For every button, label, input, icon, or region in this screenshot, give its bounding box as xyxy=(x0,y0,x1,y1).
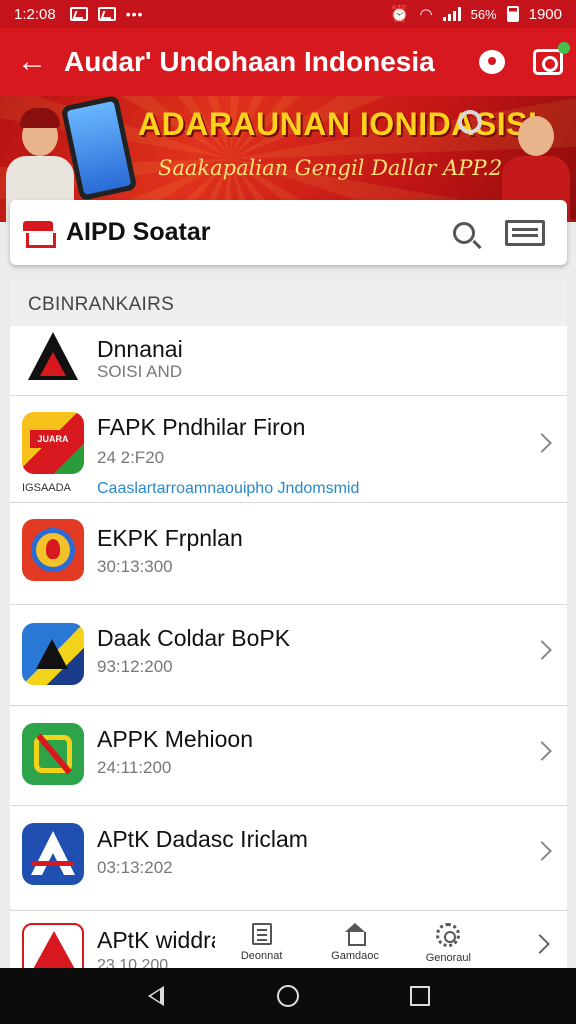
list-item[interactable]: APtK Dadasc Iriclam 03:13:202 xyxy=(10,806,567,906)
gear-icon xyxy=(436,923,461,947)
nav-recents-button[interactable] xyxy=(398,974,442,1018)
app-logo-icon xyxy=(22,823,84,885)
bottom-tab-bar: Deonnat Gamdaoc Genoraul xyxy=(215,919,495,968)
camera-icon xyxy=(533,42,570,75)
store-icon xyxy=(23,220,56,248)
list-item-title: EKPK Frpnlan xyxy=(97,525,243,551)
home-icon xyxy=(344,923,366,946)
circle-home-icon xyxy=(277,985,299,1007)
camera-button[interactable] xyxy=(520,28,576,96)
tab-label: Gamdaoc xyxy=(331,950,379,962)
signal-icon xyxy=(442,7,461,21)
system-nav-bar xyxy=(0,968,576,1024)
status-bar: 1:2:08 ••• ⏰ ◠ 56% 1900 xyxy=(0,0,576,28)
list-item[interactable]: EKPK Frpnlan 30:13:300 xyxy=(10,503,567,605)
tab-label: Genoraul xyxy=(425,952,471,964)
search-icon[interactable] xyxy=(453,221,475,244)
status-time: 1:2:08 xyxy=(14,5,56,23)
list-item-title: FAPK Pndhilar Firon xyxy=(97,414,306,440)
list-item-title: APtK widdra xyxy=(97,927,224,953)
banner-subtitle: Saakapalian Gengil Dallar APP.2 xyxy=(158,156,503,180)
list-menu-icon[interactable] xyxy=(505,219,545,246)
search-card-label: AIPD Soatar xyxy=(66,218,211,246)
alarm-icon: ⏰ xyxy=(389,6,410,23)
app-title: Audar' Undohaan Indonesia xyxy=(64,46,435,77)
list-item[interactable]: JUARA IGSAADA FAPK Pndhilar Firon 24 2:F… xyxy=(10,396,567,503)
app-logo-icon xyxy=(22,923,84,968)
list-item-link[interactable]: Caaslartarroamnaouipho Jndomsmid xyxy=(97,480,359,498)
list-item-title: APtK Dadasc Iriclam xyxy=(97,826,308,852)
battery-percent: 56% xyxy=(470,6,497,22)
chevron-right-icon xyxy=(532,640,552,660)
chevron-right-icon xyxy=(532,433,552,453)
chevron-right-icon xyxy=(532,841,552,861)
list-item-meta: 93:12:200 xyxy=(97,657,173,676)
nav-back-button[interactable] xyxy=(134,974,178,1018)
app-list: CBINRANKAIRS Dnnanai SOISI AND JUARA IGS… xyxy=(10,280,567,910)
tab-home[interactable]: Gamdaoc xyxy=(308,919,401,968)
wifi-icon: ◠ xyxy=(419,6,433,23)
triangle-back-icon xyxy=(148,986,164,1006)
more-notifications-icon: ••• xyxy=(125,6,144,22)
section-header: CBINRANKAIRS xyxy=(10,280,567,326)
list-item-meta: 24 2:F20 xyxy=(97,448,165,467)
app-logo-icon xyxy=(22,326,84,388)
chevron-right-icon xyxy=(530,934,550,954)
list-item-meta: 23 10 200 xyxy=(97,957,169,968)
list-item-title: APPK Mehioon xyxy=(97,726,253,752)
key-icon xyxy=(458,110,482,134)
app-logo-caption: IGSAADA xyxy=(22,482,71,494)
tab-document[interactable]: Deonnat xyxy=(215,919,308,968)
chevron-right-icon xyxy=(532,741,552,761)
list-item-meta: 24:11:200 xyxy=(97,758,172,777)
list-item-meta: 03:13:202 xyxy=(97,858,173,877)
image-notification-icon xyxy=(97,7,116,21)
app-logo-icon xyxy=(22,519,84,581)
chat-icon xyxy=(479,50,505,74)
notification-dot xyxy=(558,42,570,54)
message-notification-icon xyxy=(69,7,88,21)
nav-home-button[interactable] xyxy=(266,974,310,1018)
list-item-meta: 30:13:300 xyxy=(97,557,173,576)
tab-label: Deonnat xyxy=(240,950,283,962)
app-logo-icon xyxy=(22,723,84,785)
app-bar: ← Audar' Undohaan Indonesia xyxy=(0,28,576,96)
search-card[interactable]: AIPD Soatar xyxy=(10,200,567,265)
app-logo-icon: JUARA xyxy=(22,412,84,474)
list-item-title: Dnnanai xyxy=(97,336,183,362)
app-logo-icon xyxy=(22,623,84,685)
list-item[interactable]: APPK Mehioon 24:11:200 xyxy=(10,706,567,806)
list-item-title: Daak Coldar BoPK xyxy=(97,625,291,651)
document-icon xyxy=(251,923,272,945)
list-item-partial[interactable]: APtK widdra 23 10 200 Deonnat Gamdaoc Ge… xyxy=(10,910,567,968)
list-item-meta: SOISI AND xyxy=(97,362,183,381)
tab-settings[interactable]: Genoraul xyxy=(402,919,495,968)
status-right-text: 1900 xyxy=(528,5,562,23)
list-item[interactable]: Dnnanai SOISI AND xyxy=(10,326,567,396)
battery-icon xyxy=(506,6,519,22)
list-item[interactable]: Daak Coldar BoPK 93:12:200 xyxy=(10,605,567,706)
square-recents-icon xyxy=(410,986,430,1006)
back-arrow-icon[interactable]: ← xyxy=(0,28,64,96)
chat-button[interactable] xyxy=(464,28,520,96)
